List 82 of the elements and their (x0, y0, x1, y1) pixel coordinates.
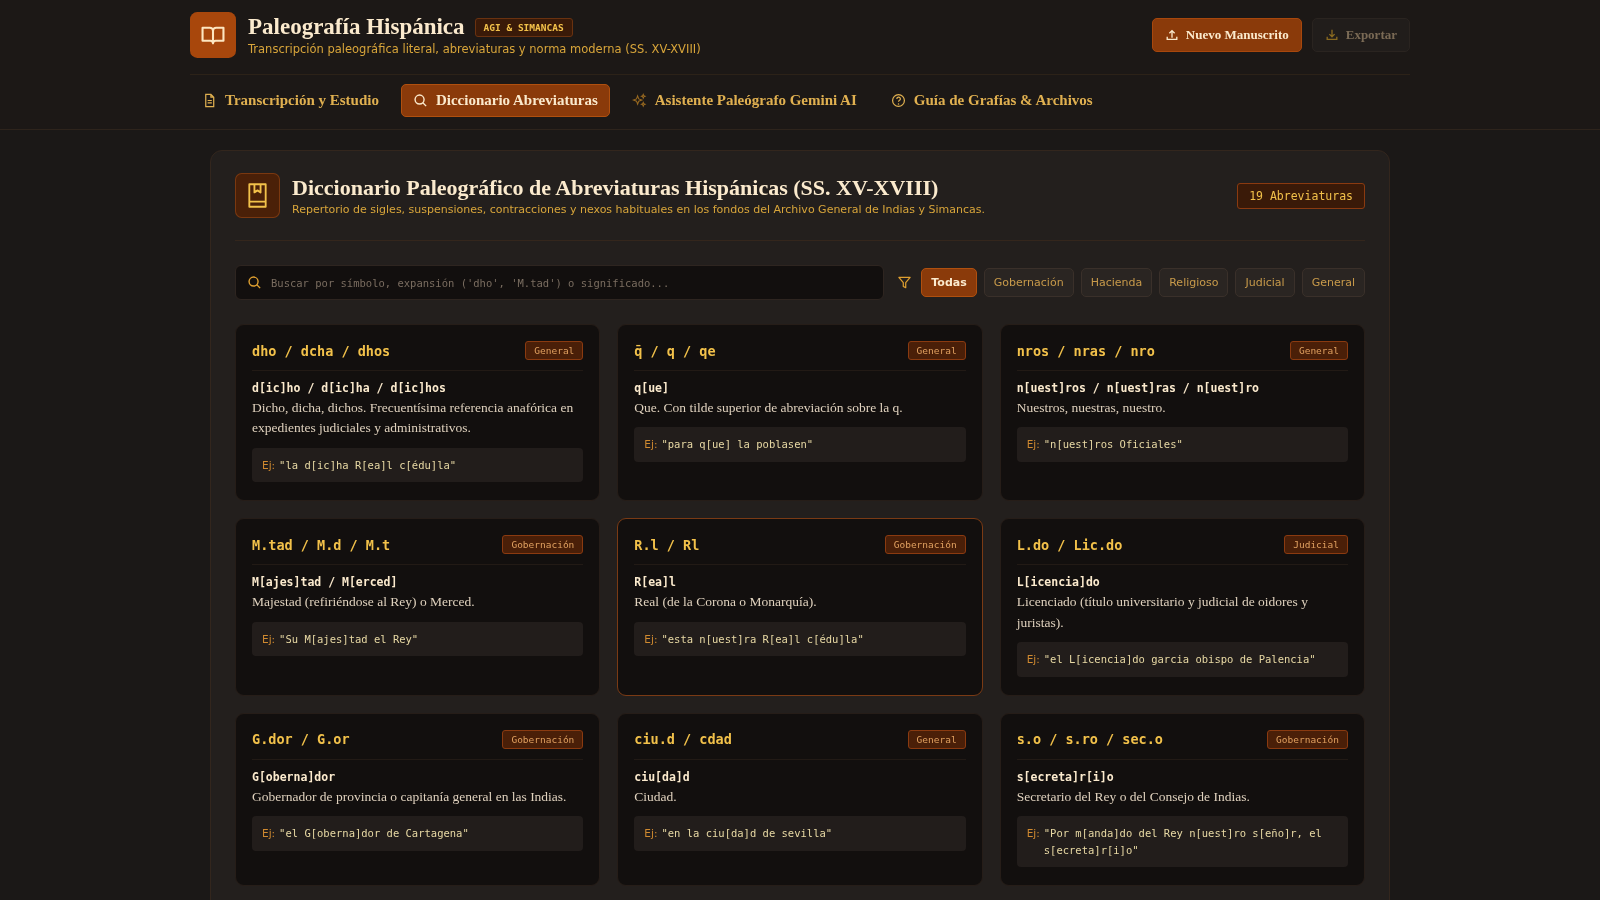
example-text: "n[uest]ros Oficiales" (1043, 437, 1184, 453)
example-label: Ej: (644, 437, 658, 453)
filter-chip[interactable]: Judicial (1235, 268, 1295, 297)
example-text: "Su M[ajes]tad el Rey" (279, 631, 420, 647)
category-tag: General (907, 729, 966, 749)
example-label: Ej: (1026, 651, 1040, 667)
expansion: d[ic]ho / d[ic]ha / d[ic]hos (252, 381, 447, 395)
expansion: n[uest]ros / n[uest]ras / n[uest]ro (1016, 381, 1260, 395)
abbreviation: M.tad / M.d / M.t (252, 536, 391, 553)
category-tag: Gobernación (502, 729, 584, 749)
app-subtitle: Transcripción paleográfica literal, abreviaturas y norma moderna (SS. XV-XVIII) (248, 42, 702, 56)
category-tag: Gobernación (1267, 729, 1348, 749)
filter-chip[interactable]: Gobernación (983, 268, 1074, 297)
meaning: Dicho, dicha, dichos. Frecuentísima referencia anafórica en expedientes judiciales y administrativos. (252, 399, 575, 438)
expansion: G[oberna]dor (252, 769, 337, 784)
archive-tag: AGI & SIMANCAS (474, 17, 573, 37)
download-icon (1324, 28, 1339, 42)
meaning: Que. Con tilde superior de abreviación sobre la q. (634, 399, 904, 417)
example-label: Ej: (644, 631, 658, 647)
app-title: Paleografía Hispánica (248, 14, 465, 40)
example-label: Ej: (644, 825, 658, 841)
count-tag: 19 Abreviaturas (1237, 182, 1365, 209)
example-text: "para q[ue] la poblasen" (661, 437, 815, 453)
meaning: Ciudad. (634, 787, 678, 806)
example-text: "esta n[uest]ra R[ea]l c[édu]la" (661, 631, 865, 647)
abbreviation: R.l / Rl (634, 536, 700, 553)
help-icon (890, 93, 906, 108)
filter-icon (897, 275, 913, 290)
dictionary-title: Diccionario Paleográfico de Abreviaturas Hispánicas (SS. XV-XVIII) (292, 175, 940, 201)
example-text: "la d[ic]ha R[ea]l c[édu]la" (279, 457, 458, 473)
dictionary-subtitle: Repertorio de sigles, suspensiones, contracciones y nexos habituales en los fondos del Archivo General de Indias y Simancas. (292, 203, 986, 216)
search-icon (412, 93, 428, 108)
abbreviation: dho / dcha / dhos (252, 342, 391, 359)
meaning: Secretario del Rey o del Consejo de Indias. (1016, 787, 1251, 806)
abbreviation: L.do / Lic.do (1016, 536, 1123, 553)
category-tag: General (1289, 341, 1348, 360)
upload-icon (1164, 28, 1179, 42)
example-text: "Por m[anda]do del Rey n[uest]ro s[eño]r, el s[ecreta]r[i]o" (1043, 825, 1323, 858)
example-label: Ej: (262, 825, 276, 841)
meaning: Nuestros, nuestras, nuestro. (1016, 399, 1167, 417)
expansion: L[icencia]do (1016, 575, 1101, 590)
expansion: q[ue] (634, 381, 670, 395)
filter-chip[interactable]: General (1301, 268, 1365, 297)
example-text: "el L[icencia]do garcia obispo de Palencia" (1043, 651, 1317, 667)
category-tag: Judicial (1284, 535, 1348, 555)
meaning: Gobernador de provincia o capitanía general en las Indias. (252, 787, 568, 806)
abbreviation: G.dor / G.or (252, 731, 350, 748)
nav-tab[interactable]: Guía de Grafías & Archivos (878, 84, 1105, 117)
nav-tab[interactable]: Asistente Paleógrafo Gemini AI (619, 84, 869, 117)
abbreviation: nros / nras / nro (1016, 342, 1155, 359)
abbreviation: ciu.d / cdad (634, 731, 732, 748)
example-text: "en la ciu[da]d de sevilla" (661, 825, 834, 841)
abbreviation: q̄ / q / qe (634, 342, 716, 359)
example-text: "el G[oberna]dor de Cartagena" (279, 825, 470, 841)
category-tag: General (525, 341, 584, 360)
nav-tab[interactable]: Transcripción y Estudio (190, 84, 391, 117)
meaning: Real (de la Corona o Monarquía). (634, 593, 818, 612)
nav-tab[interactable]: Diccionario Abreviaturas (400, 84, 610, 117)
example-label: Ej: (262, 631, 276, 647)
document-icon (202, 93, 217, 108)
search-icon (247, 275, 262, 290)
expansion: ciu[da]d (634, 769, 691, 784)
example-label: Ej: (1026, 825, 1040, 841)
new-manuscript-button[interactable]: Nuevo Manuscrito (1151, 18, 1302, 52)
expansion: s[ecreta]r[i]o (1016, 769, 1115, 784)
search-field[interactable]: Buscar por símbolo, expansión ('dho', 'M.tad') o significado... (235, 265, 885, 300)
expansion: R[ea]l (634, 575, 677, 590)
meaning: Licenciado (título universitario y judicial de oidores y juristas). (1016, 593, 1309, 632)
sparkles-icon (631, 93, 647, 108)
category-tag: Gobernación (884, 535, 966, 555)
filter-chip[interactable]: Hacienda (1080, 268, 1153, 297)
filter-chip[interactable]: Todas (921, 268, 977, 297)
expansion: M[ajes]tad / M[erced] (252, 575, 399, 590)
abbreviation: s.o / s.ro / sec.o (1016, 731, 1163, 748)
meaning: Majestad (refiriéndose al Rey) o Merced. (252, 593, 476, 612)
category-tag: General (907, 341, 966, 360)
bookmark-book-icon (235, 173, 280, 218)
example-label: Ej: (262, 457, 276, 473)
category-tag: Gobernación (502, 535, 584, 555)
example-label: Ej: (1026, 437, 1040, 453)
book-icon (190, 12, 236, 58)
filter-chip[interactable]: Religioso (1159, 268, 1229, 297)
